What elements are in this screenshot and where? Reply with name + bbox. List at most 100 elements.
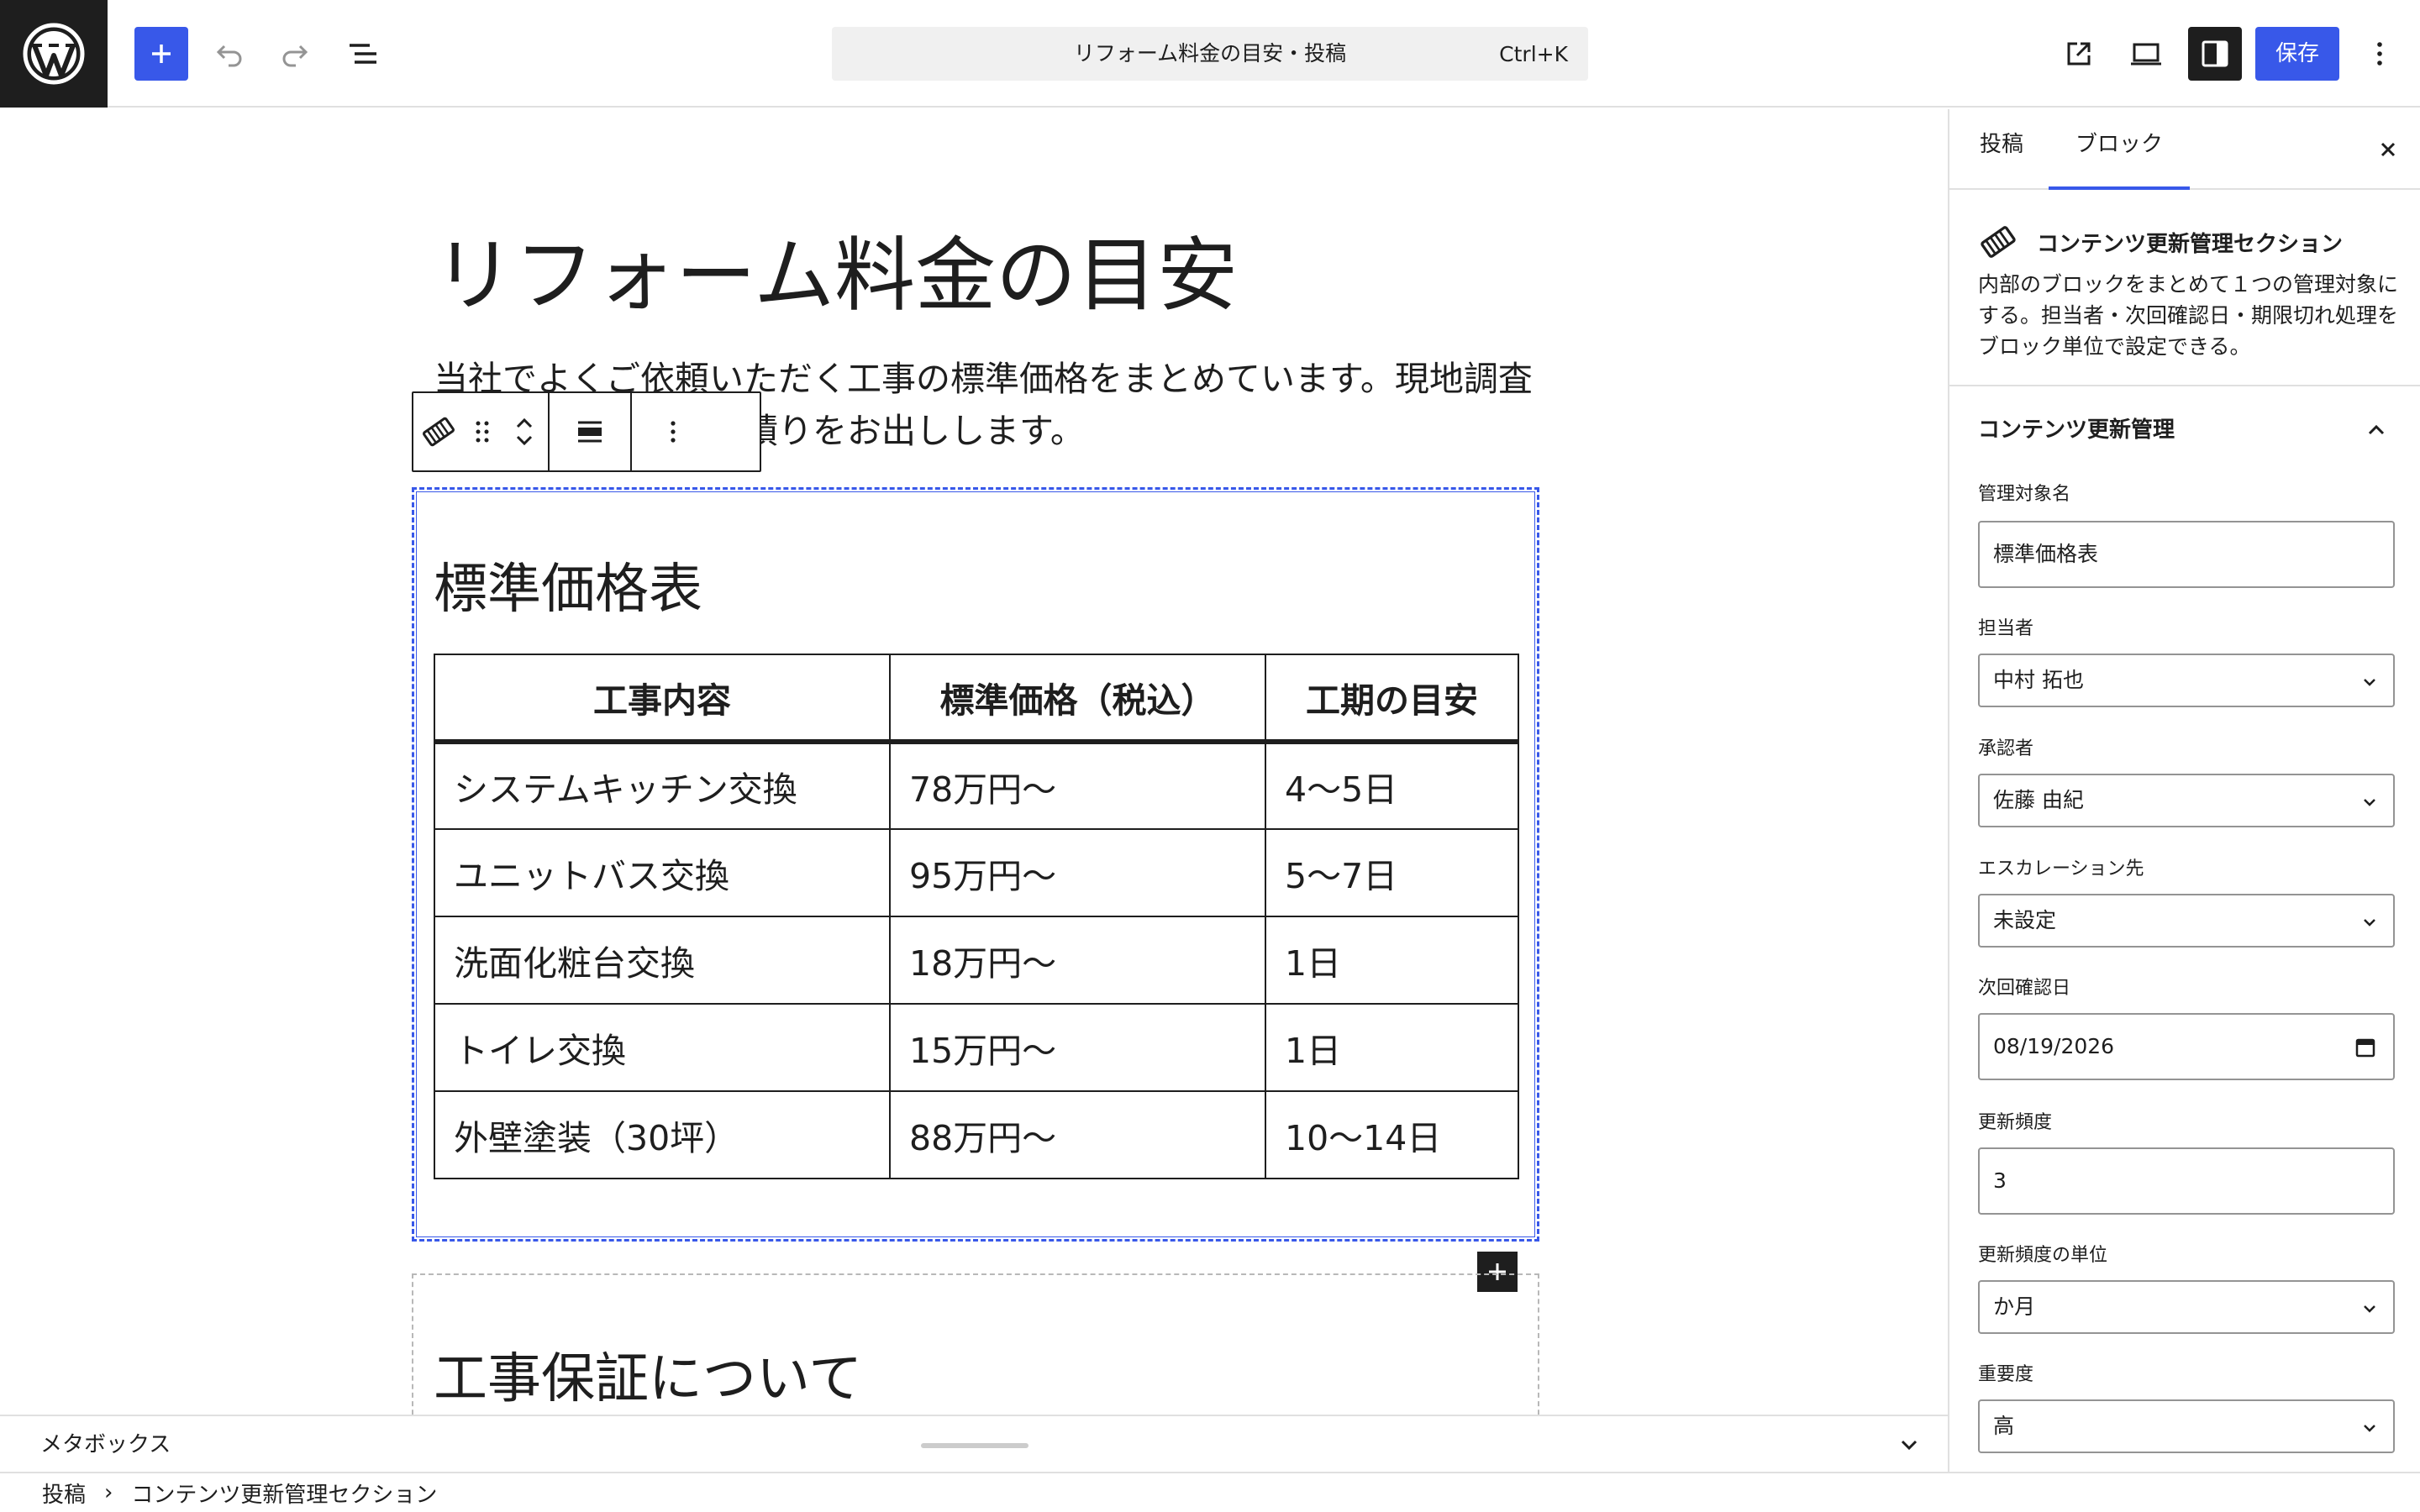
command-palette-button[interactable]: リフォーム料金の目安・投稿 Ctrl+K [832,27,1588,81]
table-cell[interactable]: 10〜14日 [1265,1090,1519,1179]
next-check-label: 次回確認日 [1978,978,2071,999]
frequency-unit-value: か月 [1993,1294,2036,1319]
table-row: ユニットバス交換 95万円〜 5〜7日 [434,828,1519,917]
table-cell[interactable]: 1日 [1265,916,1519,1005]
owner-select[interactable]: 中村 拓也 [1978,654,2395,707]
block-toolbar [412,391,761,472]
section-heading[interactable]: 工事保証について [434,1336,862,1413]
metabox-label: メタボックス [40,1432,171,1457]
breadcrumb-root[interactable]: 投稿 [42,1478,86,1509]
more-vertical-icon [2377,42,2382,66]
table-cell[interactable]: 78万円〜 [889,741,1266,830]
tab-block[interactable]: ブロック [2049,109,2190,190]
table-row: 外壁塗装（30坪） 88万円〜 10〜14日 [434,1090,1519,1179]
table-header-cell[interactable]: 標準価格（税込） [889,654,1266,744]
approver-select[interactable]: 佐藤 由紀 [1978,774,2395,827]
chevron-down-icon [2364,919,2375,927]
chevron-down-icon [2364,1425,2375,1432]
table-cell[interactable]: 4〜5日 [1265,741,1519,830]
device-preview-button[interactable] [2119,27,2173,81]
priority-label: 重要度 [1978,1364,2034,1385]
frequency-label: 更新頻度 [1978,1112,2053,1133]
tab-post[interactable]: 投稿 [1980,109,2023,190]
next-check-date-input[interactable]: 08/19/2026 [1978,1013,2395,1080]
frequency-unit-label: 更新頻度の単位 [1978,1245,2108,1266]
priority-select[interactable]: 高 [1978,1399,2395,1453]
owner-value: 中村 拓也 [1993,668,2084,692]
editor-canvas: リフォーム料金の目安 当社でよくご依頼いただく工事の標準価格をまとめています。現… [0,109,1948,1415]
align-button[interactable] [565,393,615,470]
calendar-icon[interactable] [2353,1035,2378,1060]
escalation-select[interactable]: 未設定 [1978,894,2395,948]
external-link-icon [2067,42,2091,66]
shortcut-hint: Ctrl+K [1499,42,1568,66]
table-cell[interactable]: 88万円〜 [889,1090,1266,1179]
add-block-button[interactable] [134,27,188,81]
table-cell[interactable]: トイレ交換 [434,1003,891,1092]
wordpress-logo-icon[interactable] [0,0,108,108]
desktop-icon [2131,43,2161,66]
close-icon [2381,142,2396,157]
undo-button[interactable] [202,27,255,81]
table-header-cell[interactable]: 工期の目安 [1265,654,1519,744]
options-menu-button[interactable] [2353,27,2407,81]
target-name-input[interactable]: 標準価格表 [1978,521,2395,588]
escalation-value: 未設定 [1993,908,2057,932]
block-name: コンテンツ更新管理セクション [2037,232,2344,257]
table-cell[interactable]: システムキッチン交換 [434,741,891,830]
save-button[interactable]: 保存 [2255,27,2339,81]
options-group [632,393,714,470]
frequency-input[interactable]: 3 [1978,1147,2395,1215]
post-title[interactable]: リフォーム料金の目安 [434,210,1238,327]
table-row: トイレ交換 15万円〜 1日 [434,1003,1519,1092]
price-table[interactable]: 工事内容 標準価格（税込） 工期の目安 システムキッチン交換 78万円〜 4〜5… [434,654,1519,1179]
table-header-cell[interactable]: 工事内容 [434,654,891,744]
breadcrumb-current[interactable]: コンテンツ更新管理セクション [131,1478,437,1509]
redo-icon [282,45,308,67]
panel-title: コンテンツ更新管理 [1978,417,2175,443]
table-cell[interactable]: 外壁塗装（30坪） [434,1090,891,1179]
panel-header[interactable]: コンテンツ更新管理 [1949,388,2420,472]
chevron-down-icon [2364,679,2375,686]
block-description: 内部のブロックをまとめて１つの管理対象にする。担当者・次回確認日・期限切れ処理を… [1978,272,2399,359]
table-row: システムキッチン交換 78万円〜 4〜5日 [434,741,1519,830]
table-cell[interactable]: ユニットバス交換 [434,828,891,917]
frequency-unit-select[interactable]: か月 [1978,1280,2395,1334]
block-breadcrumb: 投稿 › コンテンツ更新管理セクション [0,1472,2420,1512]
metabox-panel: メタボックス [0,1415,1948,1472]
view-post-button[interactable] [2052,27,2106,81]
settings-toggle-button[interactable] [2188,27,2242,81]
block-options-button[interactable] [648,393,698,470]
drag-handle-icon [476,421,489,443]
block-switcher-group [413,393,550,470]
table-cell[interactable]: 洗面化粧台交換 [434,916,891,1005]
move-block-buttons[interactable] [501,393,548,470]
chevron-up-icon[interactable] [2361,415,2391,445]
section-heading[interactable]: 標準価格表 [434,546,702,623]
close-sidebar-button[interactable] [2370,131,2407,168]
metabox-toggle-button[interactable] [1892,1428,1926,1462]
table-cell[interactable]: 18万円〜 [889,916,1266,1005]
tag-icon [1978,222,2018,265]
redo-button[interactable] [269,27,323,81]
table-cell[interactable]: 5〜7日 [1265,828,1519,917]
block-type-button[interactable] [413,393,464,470]
chevron-up-icon[interactable] [513,413,536,432]
table-row: 洗面化粧台交換 18万円〜 1日 [434,916,1519,1005]
plus-icon [152,45,171,63]
table-cell[interactable]: 1日 [1265,1003,1519,1092]
document-title: リフォーム料金の目安・投稿 [1073,41,1347,66]
approver-value: 佐藤 由紀 [1993,788,2084,812]
document-overview-button[interactable] [336,27,390,81]
block-card: コンテンツ更新管理セクション 内部のブロックをまとめて１つの管理対象にする。担当… [1949,192,2420,386]
table-cell[interactable]: 95万円〜 [889,828,1266,917]
chevron-down-icon[interactable] [513,432,536,450]
resize-handle[interactable] [921,1443,1028,1448]
editor-header: リフォーム料金の目安・投稿 Ctrl+K 保存 [0,0,2420,108]
list-view-icon [350,44,376,64]
escalation-label: エスカレーション先 [1978,858,2144,879]
drag-handle[interactable] [464,393,501,470]
undo-icon [216,45,242,67]
next-check-value: 08/19/2026 [1993,1034,2115,1058]
table-cell[interactable]: 15万円〜 [889,1003,1266,1092]
